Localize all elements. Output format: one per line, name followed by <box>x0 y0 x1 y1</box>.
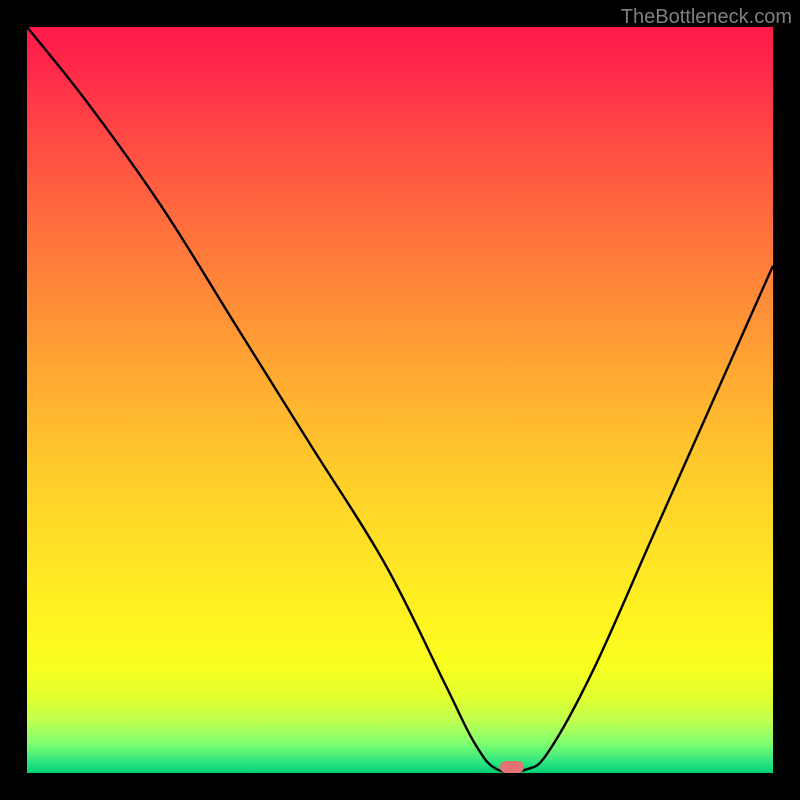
optimal-marker <box>500 761 524 773</box>
bottleneck-curve <box>27 27 773 773</box>
chart-container: TheBottleneck.com <box>0 0 800 800</box>
watermark-text: TheBottleneck.com <box>621 6 792 29</box>
plot-area <box>27 27 773 773</box>
